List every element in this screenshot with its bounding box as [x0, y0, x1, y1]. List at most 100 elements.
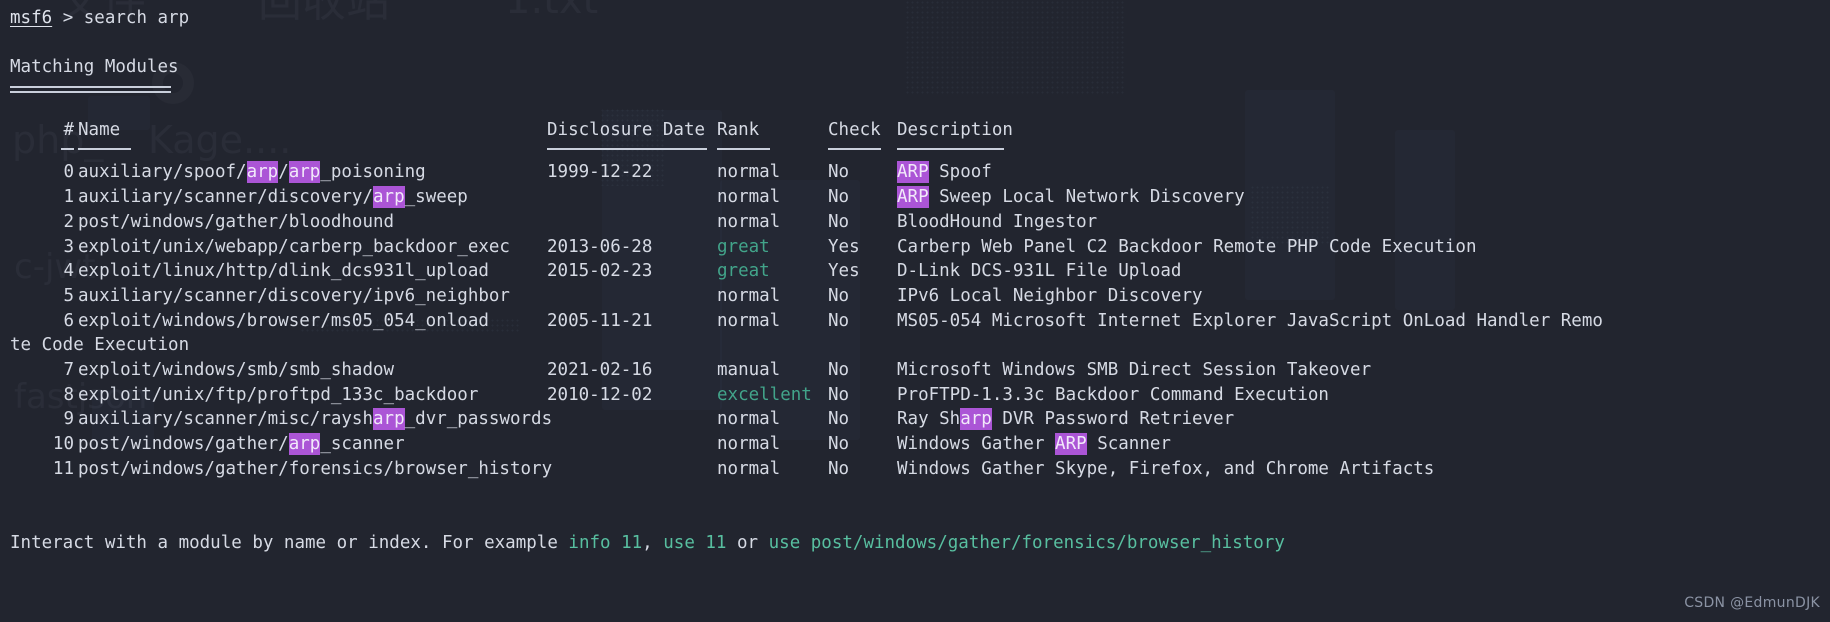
desc-text: Carberp Web Panel C2 Backdoor Remote PHP… — [897, 237, 1476, 257]
cell-check: No — [828, 284, 849, 309]
table-row[interactable]: 9auxiliary/scanner/misc/raysharp_dvr_pas… — [6, 407, 1830, 432]
prompt-line: msf6 > search arp — [6, 6, 1830, 31]
name-match-highlight: arp — [289, 161, 321, 183]
cell-description: Ray Sharp DVR Password Retriever — [897, 407, 1234, 432]
terminal-screen: msf6 > search arp Matching Modules # Nam… — [0, 0, 1830, 622]
desc-match-highlight: ARP — [1055, 433, 1087, 455]
cell-check: No — [828, 407, 849, 432]
cell-disclosure-date: 2015-02-23 — [547, 259, 652, 284]
footer-cmd-use-index[interactable]: use 11 — [663, 533, 726, 553]
table-row[interactable]: 11post/windows/gather/forensics/browser_… — [6, 457, 1830, 482]
cell-check: No — [828, 432, 849, 457]
desc-text: Windows Gather — [897, 434, 1055, 454]
cell-check: No — [828, 185, 849, 210]
cell-rank: normal — [717, 210, 780, 235]
name-text: / — [278, 162, 289, 182]
cell-index: 6 — [28, 309, 74, 334]
cell-description: Microsoft Windows SMB Direct Session Tak… — [897, 358, 1371, 383]
desc-text: Microsoft Windows SMB Direct Session Tak… — [897, 360, 1371, 380]
cell-index: 4 — [28, 259, 74, 284]
header-disclosure-date: Disclosure Date — [547, 118, 705, 143]
cell-name: auxiliary/spoof/arp/arp_poisoning — [78, 160, 426, 185]
name-match-highlight: arp — [289, 433, 321, 455]
cell-index: 9 — [28, 407, 74, 432]
header-index: # — [28, 118, 74, 143]
cell-rank: normal — [717, 160, 780, 185]
table-row[interactable]: 3exploit/unix/webapp/carberp_backdoor_ex… — [6, 235, 1830, 260]
cell-disclosure-date: 2010-12-02 — [547, 383, 652, 408]
desc-text: Sweep Local Network Discovery — [929, 187, 1245, 207]
table-row[interactable]: 2post/windows/gather/bloodhoundnormalNoB… — [6, 210, 1830, 235]
name-text: _dvr_passwords — [405, 409, 553, 429]
desc-text: Ray Sh — [897, 409, 960, 429]
cell-rank: normal — [717, 284, 780, 309]
cell-name: post/windows/gather/arp_scanner — [78, 432, 405, 457]
name-text: auxiliary/spoof/ — [78, 162, 247, 182]
name-text: auxiliary/scanner/misc/raysh — [78, 409, 373, 429]
cell-index: 2 — [28, 210, 74, 235]
desc-match-highlight: ARP — [897, 161, 929, 183]
cell-description: D-Link DCS-931L File Upload — [897, 259, 1181, 284]
spacer-3 — [6, 481, 1830, 506]
footer-hint: Interact with a module by name or index.… — [6, 531, 1830, 556]
cell-index: 3 — [28, 235, 74, 260]
table-header-rules — [6, 142, 1830, 160]
name-text: post/windows/gather/forensics/browser_hi… — [78, 459, 552, 479]
desc-text: Spoof — [929, 162, 992, 182]
prompt-user: msf6 — [10, 8, 52, 28]
cell-disclosure-date: 1999-12-22 — [547, 160, 652, 185]
rule-date — [547, 148, 707, 150]
cell-check: No — [828, 210, 849, 235]
cell-description: MS05-054 Microsoft Internet Explorer Jav… — [897, 309, 1603, 334]
cell-index: 11 — [28, 457, 74, 482]
table-row[interactable]: 8exploit/unix/ftp/proftpd_133c_backdoor2… — [6, 383, 1830, 408]
table-row[interactable]: 10post/windows/gather/arp_scannernormalN… — [6, 432, 1830, 457]
section-title-rule-1 — [10, 86, 171, 88]
desc-text: Windows Gather Skype, Firefox, and Chrom… — [897, 459, 1434, 479]
table-row[interactable]: 6exploit/windows/browser/ms05_054_onload… — [6, 309, 1830, 334]
cell-index: 1 — [28, 185, 74, 210]
desc-text: D-Link DCS-931L File Upload — [897, 261, 1181, 281]
cell-name: exploit/windows/browser/ms05_054_onload — [78, 309, 489, 334]
cell-check: No — [828, 309, 849, 334]
header-rank: Rank — [717, 118, 759, 143]
desc-text: MS05-054 Microsoft Internet Explorer Jav… — [897, 311, 1603, 331]
cell-rank: excellent — [717, 383, 812, 408]
cell-description: ARP Spoof — [897, 160, 992, 185]
cell-description: Carberp Web Panel C2 Backdoor Remote PHP… — [897, 235, 1476, 260]
desc-match-highlight: ARP — [897, 186, 929, 208]
footer-text-3: or — [726, 533, 768, 553]
spacer-2 — [6, 93, 1830, 118]
cell-check: Yes — [828, 259, 860, 284]
cell-rank: normal — [717, 457, 780, 482]
cell-description: ARP Sweep Local Network Discovery — [897, 185, 1245, 210]
table-row[interactable]: 7exploit/windows/smb/smb_shadow2021-02-1… — [6, 358, 1830, 383]
table-row[interactable]: 0auxiliary/spoof/arp/arp_poisoning1999-1… — [6, 160, 1830, 185]
name-text: _poisoning — [320, 162, 425, 182]
cell-name: exploit/linux/http/dlink_dcs931l_upload — [78, 259, 489, 284]
desc-text: IPv6 Local Neighbor Discovery — [897, 286, 1203, 306]
table-row[interactable]: 4exploit/linux/http/dlink_dcs931l_upload… — [6, 259, 1830, 284]
footer-cmd-info[interactable]: info 11 — [568, 533, 642, 553]
cell-rank: great — [717, 259, 770, 284]
table-row[interactable]: 1auxiliary/scanner/discovery/arp_sweepno… — [6, 185, 1830, 210]
cell-check: Yes — [828, 235, 860, 260]
cell-description: Windows Gather ARP Scanner — [897, 432, 1171, 457]
cell-name: exploit/unix/webapp/carberp_backdoor_exe… — [78, 235, 510, 260]
header-name: Name — [78, 118, 120, 143]
name-match-highlight: arp — [373, 186, 405, 208]
table-header-row: # Name Disclosure Date Rank Check Descri… — [6, 118, 1830, 143]
cell-rank: normal — [717, 185, 780, 210]
cell-disclosure-date: 2005-11-21 — [547, 309, 652, 334]
footer-text-1: Interact with a module by name or index.… — [10, 533, 568, 553]
cell-description: Windows Gather Skype, Firefox, and Chrom… — [897, 457, 1434, 482]
footer-cmd-use-path[interactable]: use post/windows/gather/forensics/browse… — [769, 533, 1285, 553]
name-text: exploit/unix/ftp/proftpd_133c_backdoor — [78, 385, 478, 405]
name-text: auxiliary/scanner/discovery/ipv6_neighbo… — [78, 286, 510, 306]
table-row[interactable]: 5auxiliary/scanner/discovery/ipv6_neighb… — [6, 284, 1830, 309]
table-body-bottom: 7exploit/windows/smb/smb_shadow2021-02-1… — [6, 358, 1830, 481]
name-text: exploit/linux/http/dlink_dcs931l_upload — [78, 261, 489, 281]
desc-text: DVR Password Retriever — [992, 409, 1234, 429]
cell-name: exploit/unix/ftp/proftpd_133c_backdoor — [78, 383, 478, 408]
name-text: _sweep — [405, 187, 468, 207]
